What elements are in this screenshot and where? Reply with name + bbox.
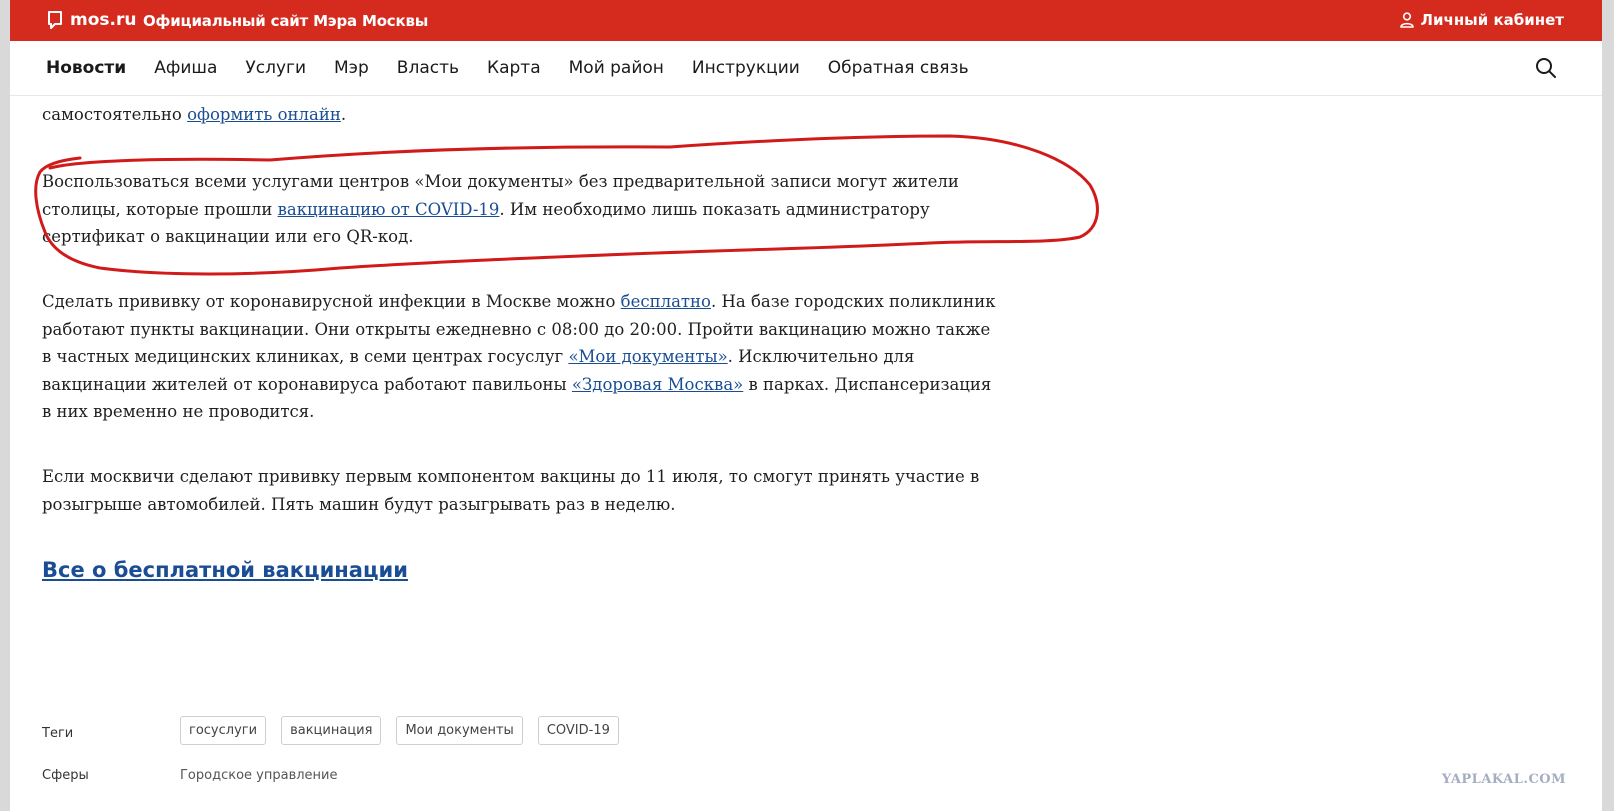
- article-paragraph-cut: самостоятельно оформить онлайн.: [42, 105, 347, 124]
- article-paragraph-lottery: Если москвичи сделают прививку первым ко…: [42, 467, 980, 514]
- nav-item-afisha[interactable]: Афиша: [154, 58, 217, 78]
- nav-item-news[interactable]: Новости: [46, 58, 126, 78]
- nav-item-map[interactable]: Карта: [487, 58, 541, 78]
- logo-text: mos.ru: [70, 10, 137, 30]
- nav-item-feedback[interactable]: Обратная связь: [828, 58, 969, 78]
- personal-cabinet-button[interactable]: Личный кабинет: [1399, 11, 1564, 29]
- nav-item-government[interactable]: Власть: [397, 58, 459, 78]
- spheres-label: Сферы: [42, 768, 89, 783]
- sphere-value[interactable]: Городское управление: [180, 768, 338, 783]
- nav-list: Новости Афиша Услуги Мэр Власть Карта Мо…: [46, 58, 997, 78]
- user-icon: [1399, 12, 1414, 28]
- cabinet-label: Личный кабинет: [1420, 11, 1564, 29]
- mos-logo-icon: [48, 11, 62, 29]
- article-paragraph-documents: Воспользоваться всеми услугами центров «…: [42, 172, 959, 246]
- tags-label: Теги: [42, 726, 74, 741]
- watermark: YAPLAKAL.COM: [1441, 772, 1566, 787]
- free-link[interactable]: бесплатно: [621, 292, 711, 311]
- nav-item-my-district[interactable]: Мой район: [569, 58, 664, 78]
- top-bar: mos.ru Официальный сайт Мэра Москвы Личн…: [10, 0, 1602, 41]
- site-title: Официальный сайт Мэра Москвы: [143, 12, 429, 30]
- mos-logo[interactable]: mos.ru: [46, 10, 136, 30]
- tag-item[interactable]: Мои документы: [396, 716, 523, 745]
- nav-item-services[interactable]: Услуги: [245, 58, 306, 78]
- search-icon[interactable]: [1534, 56, 1558, 80]
- all-about-vaccination-link[interactable]: Все о бесплатной вакцинации: [42, 558, 408, 582]
- page: самостоятельно оформить онлайн. Воспольз…: [10, 0, 1602, 811]
- tag-item[interactable]: вакцинация: [281, 716, 382, 745]
- article-paragraph-vaccination: Сделать прививку от коронавирусной инфек…: [42, 292, 996, 421]
- nav-item-mayor[interactable]: Мэр: [334, 58, 369, 78]
- tags-list: госуслуги вакцинация Мои документы COVID…: [180, 716, 619, 745]
- nav-item-instructions[interactable]: Инструкции: [692, 58, 800, 78]
- my-documents-link[interactable]: «Мои документы»: [568, 347, 727, 366]
- vaccination-covid-link[interactable]: вакцинацию от COVID-19: [278, 200, 500, 219]
- healthy-moscow-link[interactable]: «Здоровая Москва»: [572, 375, 743, 394]
- tag-item[interactable]: госуслуги: [180, 716, 267, 745]
- tag-item[interactable]: COVID-19: [537, 716, 619, 745]
- online-link[interactable]: оформить онлайн: [187, 105, 341, 124]
- main-nav: Новости Афиша Услуги Мэр Власть Карта Мо…: [10, 41, 1602, 96]
